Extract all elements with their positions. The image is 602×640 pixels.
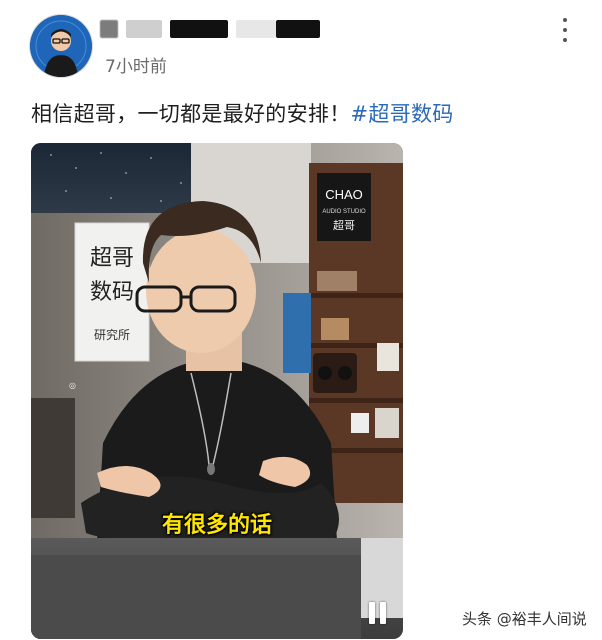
svg-text:AUDIO STUDIO: AUDIO STUDIO — [322, 209, 366, 215]
avatar-image — [30, 15, 92, 77]
source-watermark: 头条 @裕丰人间说 — [462, 610, 587, 628]
more-options-icon[interactable] — [558, 18, 572, 42]
svg-text:CHAO: CHAO — [325, 187, 363, 202]
svg-text:◎: ◎ — [69, 381, 76, 390]
post-body: 相信超哥，一切都是最好的安排！ — [31, 102, 351, 126]
svg-text:数码: 数码 — [90, 280, 134, 305]
post-text: 相信超哥，一切都是最好的安排！#超哥数码 — [31, 98, 454, 128]
video-frame: 超哥 数码 研究所 CHAO AUDIO STUDIO 超哥 ◎ — [31, 143, 403, 639]
hashtag-link[interactable]: #超哥数码 — [351, 102, 454, 126]
svg-text:超哥: 超哥 — [333, 218, 355, 232]
video-subtitle: 有很多的话 — [161, 513, 272, 538]
svg-text:超哥: 超哥 — [90, 246, 134, 271]
post-time: 7小时前 — [105, 57, 167, 77]
avatar[interactable] — [30, 15, 92, 77]
video-player[interactable]: 超哥 数码 研究所 CHAO AUDIO STUDIO 超哥 ◎ 有很多的话 — [31, 143, 403, 639]
username-redacted — [100, 18, 320, 40]
svg-text:研究所: 研究所 — [94, 327, 130, 342]
pause-icon[interactable] — [369, 602, 389, 624]
